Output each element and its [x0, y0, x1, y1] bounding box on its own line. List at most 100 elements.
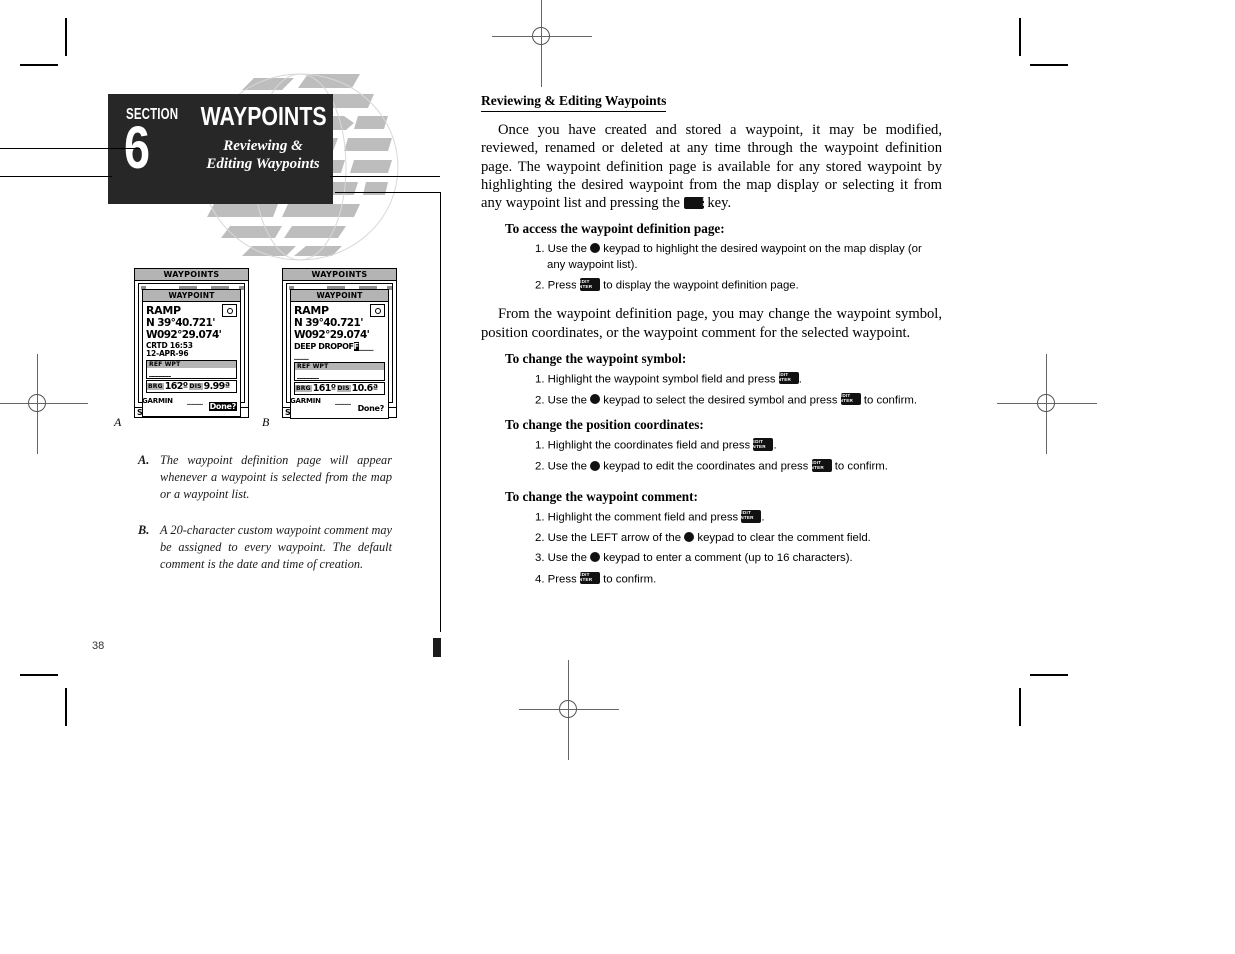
step-item: 1. Highlight the comment field and press… [535, 510, 765, 524]
second-paragraph: From the waypoint definition page, you m… [481, 306, 942, 341]
column-divider-corner [335, 192, 441, 193]
registration-mark-bottom [519, 660, 619, 760]
crop-mark-top-left-horizontal [20, 64, 58, 66]
crop-mark-bottom-left-horizontal [20, 674, 58, 676]
steps-symbol: 1. Highlight the waypoint symbol field a… [481, 371, 942, 409]
banner-subtitle-line1: Reviewing & [223, 138, 303, 154]
screen-a-titlebar: WAYPOINTS [135, 269, 248, 281]
screen-b-comment-text: DEEP DROPOF [294, 342, 354, 351]
intro-paragraph: Once you have created and stored a waypo… [481, 121, 942, 212]
step-item: 4. Press EDIT ENTER to confirm. [535, 571, 657, 586]
caption-b-text: A 20-character custom waypoint comment m… [160, 523, 392, 571]
screen-a-ref-waypoint-box: REF WPT ______ [146, 360, 237, 379]
screen-a-body: WAYPOINT RAMP N 39°40.721' W092°29.074' … [135, 281, 248, 417]
figure-letter-b: B [262, 415, 270, 429]
main-text-column: Reviewing & Editing Waypoints Once you h… [481, 92, 942, 593]
screen-b-brand-dashes: ______ [335, 397, 351, 405]
screen-a-longitude[interactable]: W092°29.074' [146, 329, 237, 341]
rocker-keypad-icon [590, 460, 601, 471]
screen-b-dis-label: DIS [336, 385, 351, 392]
screen-a-ref-label: REF WPT [147, 361, 236, 368]
edit-enter-key-icon: EDIT ENTER [576, 278, 600, 292]
banner-subtitle-line2: Editing Waypoints [206, 156, 320, 172]
screen-b-body: WAYPOINT RAMP N 39°40.721' W092°29.074' … [283, 281, 396, 419]
page-number: 38 [92, 640, 105, 652]
screen-b-done-button[interactable]: Done? [357, 404, 385, 413]
screen-a-brg-value: 162º [164, 381, 188, 392]
screen-a-brg-label: BRG [147, 383, 164, 390]
crop-mark-top-right-vertical [1019, 18, 1021, 56]
screen-b-brand: GARMIN [290, 397, 321, 405]
screen-a-ref-value[interactable]: ______ [147, 368, 236, 378]
crop-mark-top-right-horizontal [1030, 64, 1068, 66]
step-item: 1. Highlight the waypoint symbol field a… [535, 371, 802, 386]
screen-b-name-row: RAMP [294, 304, 385, 317]
screen-a-window-title: WAYPOINT [143, 290, 240, 302]
screen-b-ref-waypoint-box: REF WPT ______ [294, 362, 385, 381]
gps-screenshot-b: WAYPOINTS WAYPOINT RAMP N 39°40.721' W09… [282, 268, 397, 419]
caption-a: A. The waypoint definition page will app… [138, 452, 392, 503]
subhead-access-waypoint-definition-page: To access the waypoint definition page: [505, 221, 725, 237]
banner-rule-upper [0, 148, 140, 149]
crop-mark-bottom-left-vertical [65, 688, 67, 726]
screen-b-waypoint-name[interactable]: RAMP [294, 304, 329, 317]
screen-a-dis-value: 9.99ª [203, 381, 230, 392]
edit-enter-key-icon: EDIT ENTER [774, 371, 799, 385]
screen-b-comment-line2[interactable]: ____ [294, 351, 385, 360]
caption-b-letter: B. [138, 523, 150, 537]
screen-a-comment-line2[interactable]: 12-APR-96 [146, 350, 237, 358]
screen-b-window-title: WAYPOINT [291, 290, 388, 302]
rocker-keypad-icon [590, 243, 601, 254]
registration-mark-top [492, 0, 592, 87]
step-item: 3. Use the keypad to enter a comment (up… [535, 552, 853, 565]
screen-b-comment-line1[interactable]: DEEP DROPOFF____ [294, 342, 385, 351]
screen-b-titlebar: WAYPOINTS [283, 269, 396, 281]
screen-b-dis-value: 10.6ª [351, 383, 378, 394]
caption-a-letter: A. [138, 453, 150, 467]
step-item: 2. Use the keypad to edit the coordinate… [535, 459, 888, 473]
caption-a-text: The waypoint definition page will appear… [160, 453, 392, 501]
banner-rule-lower-right [330, 176, 440, 177]
waypoint-symbol-icon[interactable] [370, 304, 385, 317]
screen-a-brand-dashes: ______ [187, 397, 203, 405]
screen-a-done-button[interactable]: Done? [208, 402, 237, 411]
page-title: Reviewing & Editing Waypoints [481, 93, 667, 112]
rocker-keypad-icon [684, 531, 695, 542]
screen-b-brand-row: GARMIN ______ [290, 397, 351, 405]
intro-paragraph-text-b: key. [703, 195, 732, 212]
screen-b-brg-value: 161º [312, 383, 336, 394]
rocker-keypad-icon [590, 552, 601, 563]
steps-comment: 1. Highlight the comment field and press… [481, 510, 942, 588]
subhead-change-waypoint-symbol: To change the waypoint symbol: [505, 350, 687, 366]
crop-mark-bottom-right-horizontal [1030, 674, 1068, 676]
section-banner: SECTION 6 WAYPOINTS Reviewing & Editing … [108, 94, 333, 204]
caption-b: B. A 20-character custom waypoint commen… [138, 522, 392, 573]
screen-b-ref-value[interactable]: ______ [295, 370, 384, 380]
edit-enter-key-icon: EDIT ENTER [807, 459, 832, 472]
screen-b-ref-label: REF WPT [295, 363, 384, 370]
screen-b-brg-label: BRG [295, 385, 312, 392]
screen-b-comment-fill: ____ [358, 342, 374, 351]
subhead-change-waypoint-comment: To change the waypoint comment: [505, 489, 698, 505]
gps-screenshot-a: WAYPOINTS WAYPOINT RAMP N 39°40.721' W09… [134, 268, 249, 418]
screen-a-latitude[interactable]: N 39°40.721' [146, 318, 237, 329]
step-item: 1. Use the keypad to highlight the desir… [535, 243, 922, 271]
step-item: 1. Highlight the coordinates field and p… [535, 438, 777, 452]
registration-mark-left [0, 354, 88, 454]
step-item: 2. Use the LEFT arrow of the keypad to c… [535, 531, 871, 544]
screen-a-waypoint-name[interactable]: RAMP [146, 304, 181, 317]
screen-b-latitude[interactable]: N 39°40.721' [294, 318, 385, 329]
screen-a-brand: GARMIN [142, 397, 173, 405]
waypoint-symbol-icon[interactable] [222, 304, 237, 317]
screen-a-name-row: RAMP [146, 304, 237, 317]
steps-access: 1. Use the keypad to highlight the desir… [481, 242, 942, 294]
screen-b-longitude[interactable]: W092°29.074' [294, 329, 385, 341]
screen-a-bearing-distance-row: BRG 162º DIS 9.99ª [146, 380, 237, 393]
banner-title: WAYPOINTS [200, 101, 327, 131]
edit-enter-key-icon: EDIT ENTER [683, 196, 719, 210]
steps-coordinates: 1. Highlight the coordinates field and p… [481, 438, 942, 475]
banner-rule-lower-left [0, 176, 112, 177]
screen-a-dis-label: DIS [188, 383, 203, 390]
subhead-change-position-coordinates: To change the position coordinates: [505, 417, 704, 433]
print-density-mark [433, 638, 441, 657]
